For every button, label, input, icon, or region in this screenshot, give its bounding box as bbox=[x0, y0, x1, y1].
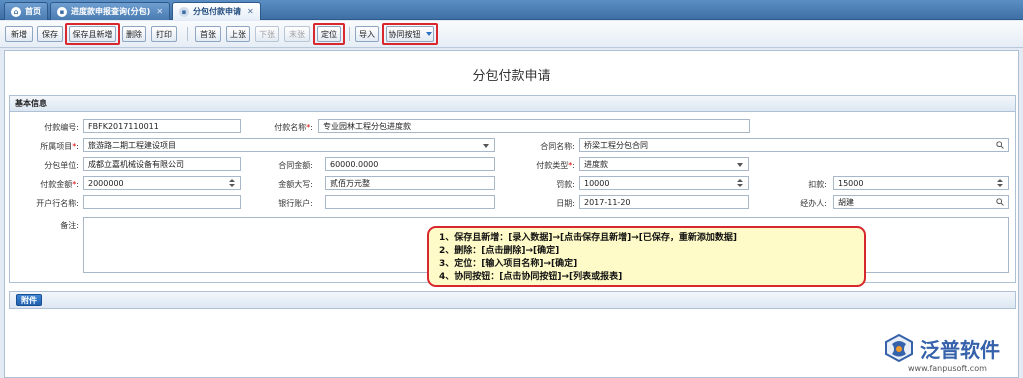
highlight-box bbox=[313, 23, 345, 45]
attachment-button[interactable]: 附件 bbox=[16, 294, 42, 306]
toolbar-separator bbox=[187, 27, 188, 41]
contract-amount-field[interactable]: 60000.0000 bbox=[325, 157, 495, 171]
amount-upper-label: 金额大写: bbox=[278, 180, 313, 189]
instruction-line: 4、协同按钮：[点击协同按钮]→[列表或报表] bbox=[439, 272, 623, 282]
contract-name-label: 合同名称: bbox=[540, 142, 575, 151]
date-label: 日期: bbox=[556, 199, 575, 208]
close-icon[interactable]: ✕ bbox=[156, 7, 163, 16]
close-icon[interactable]: ✕ bbox=[247, 7, 254, 16]
memo-label: 备注: bbox=[60, 221, 79, 230]
tab-bar: ⌂ 首页 ▪ 进度款申报查询(分包) ✕ ▪ 分包付款申请 ✕ bbox=[0, 0, 1023, 20]
sub-unit-label: 分包单位: bbox=[44, 161, 79, 170]
search-icon[interactable] bbox=[996, 198, 1004, 206]
tab-label: 分包付款申请 bbox=[193, 7, 241, 16]
bank-account-label: 银行账户: bbox=[278, 199, 313, 208]
deduct-label: 扣款: bbox=[808, 180, 827, 189]
required-marker: * bbox=[72, 142, 77, 151]
deduct-value: 15000 bbox=[838, 178, 864, 188]
toolbar: 新增 保存 保存且新增 删除 打印 首张 上张 下张 末张 定位 导入 协同按钮 bbox=[0, 21, 1023, 48]
required-marker: * bbox=[306, 123, 311, 132]
highlight-box bbox=[382, 23, 438, 45]
import-button[interactable]: 导入 bbox=[355, 26, 379, 42]
stepper-down-icon[interactable] bbox=[997, 184, 1003, 187]
section-header: 基本信息 bbox=[10, 96, 1015, 112]
brand-logo: 泛普软件 www.fanpusoft.com bbox=[876, 331, 1016, 375]
instruction-line: 2、删除：[点击删除]→[确定] bbox=[439, 246, 560, 256]
brand-url: www.fanpusoft.com bbox=[908, 364, 987, 373]
stepper-down-icon[interactable] bbox=[229, 184, 235, 187]
pay-no-label: 付款编号: bbox=[44, 123, 79, 132]
handler-field[interactable]: 胡建 bbox=[833, 195, 1009, 209]
attachment-bar: 附件 bbox=[9, 291, 1016, 309]
page-icon: ▪ bbox=[179, 6, 189, 17]
handler-label: 经办人: bbox=[800, 199, 827, 208]
pay-amount-label: 付款金额*: bbox=[40, 180, 79, 189]
pay-amount-label-text: 付款金额 bbox=[40, 180, 73, 189]
pay-type-select[interactable]: 进度款 bbox=[579, 157, 749, 171]
stepper-up-icon[interactable] bbox=[737, 179, 743, 182]
stepper-up-icon[interactable] bbox=[229, 179, 235, 182]
instruction-line: 1、保存且新增：[录入数据]→[点击保存且新增]→[已保存，重新添加数据] bbox=[439, 233, 738, 243]
bank-account-field[interactable] bbox=[325, 195, 495, 209]
last-record-button[interactable]: 末张 bbox=[284, 26, 310, 42]
save-button[interactable]: 保存 bbox=[37, 26, 63, 42]
highlight-box bbox=[65, 23, 120, 45]
pay-name-field[interactable]: 专业园林工程分包进度款 bbox=[318, 119, 750, 133]
toolbar-separator bbox=[349, 27, 350, 41]
next-record-button[interactable]: 下张 bbox=[255, 26, 279, 42]
pay-amount-value: 2000000 bbox=[88, 178, 124, 188]
penalty-label: 罚款: bbox=[556, 180, 575, 189]
logo-icon bbox=[885, 333, 913, 363]
print-button[interactable]: 打印 bbox=[151, 26, 177, 42]
pay-type-label-text: 付款类型 bbox=[536, 161, 569, 170]
contract-name-value: 桥梁工程分包合同 bbox=[584, 140, 648, 150]
pay-amount-stepper[interactable]: 2000000 bbox=[83, 176, 241, 190]
pay-name-label: 付款名称*: bbox=[274, 123, 313, 132]
handler-value: 胡建 bbox=[838, 197, 854, 207]
tab-subcontract-payment[interactable]: ▪ 分包付款申请 ✕ bbox=[172, 2, 261, 20]
deduct-stepper[interactable]: 15000 bbox=[833, 176, 1009, 190]
instruction-callout: 1、保存且新增：[录入数据]→[点击保存且新增]→[已保存，重新添加数据] 2、… bbox=[427, 226, 866, 287]
pay-no-field[interactable]: FBFK2017110011 bbox=[83, 119, 241, 133]
prev-record-button[interactable]: 上张 bbox=[226, 26, 250, 42]
tab-progress-query[interactable]: ▪ 进度款申报查询(分包) ✕ bbox=[50, 2, 171, 20]
tab-home[interactable]: ⌂ 首页 bbox=[4, 2, 48, 20]
project-select[interactable]: 旅游路二期工程建设项目 bbox=[83, 138, 495, 152]
stepper-down-icon[interactable] bbox=[737, 184, 743, 187]
page-title: 分包付款申请 bbox=[472, 69, 551, 84]
project-label: 所属项目*: bbox=[40, 142, 79, 151]
bank-name-label: 开户行名称: bbox=[36, 199, 79, 208]
stepper-up-icon[interactable] bbox=[997, 179, 1003, 182]
instruction-line: 3、定位：[输入项目名称]→[确定] bbox=[439, 259, 578, 269]
required-marker: * bbox=[568, 161, 573, 170]
bank-name-field[interactable] bbox=[83, 195, 241, 209]
delete-button[interactable]: 删除 bbox=[122, 26, 146, 42]
penalty-stepper[interactable]: 10000 bbox=[579, 176, 749, 190]
page-icon: ▪ bbox=[57, 6, 67, 17]
first-record-button[interactable]: 首张 bbox=[195, 26, 221, 42]
form-panel: 分包付款申请 基本信息 付款编号: FBFK2017110011 付款名称*: … bbox=[4, 50, 1019, 378]
pay-name-label-text: 付款名称 bbox=[274, 123, 307, 132]
required-marker: * bbox=[72, 180, 77, 189]
date-field[interactable]: 2017-11-20 bbox=[579, 195, 749, 209]
amount-upper-field[interactable]: 贰佰万元整 bbox=[325, 176, 495, 190]
project-label-text: 所属项目 bbox=[40, 142, 73, 151]
pay-type-label: 付款类型*: bbox=[536, 161, 575, 170]
app-window: ⌂ 首页 ▪ 进度款申报查询(分包) ✕ ▪ 分包付款申请 ✕ 新增 保存 保存… bbox=[0, 0, 1023, 378]
penalty-value: 10000 bbox=[584, 178, 610, 188]
tab-label: 进度款申报查询(分包) bbox=[71, 7, 151, 16]
tab-label: 首页 bbox=[25, 7, 41, 16]
brand-name: 泛普软件 bbox=[920, 338, 1000, 362]
sub-unit-field[interactable]: 成都立嘉机械设备有限公司 bbox=[83, 157, 241, 171]
contract-name-field[interactable]: 桥梁工程分包合同 bbox=[579, 138, 1009, 152]
home-icon: ⌂ bbox=[11, 6, 21, 17]
new-button[interactable]: 新增 bbox=[5, 26, 33, 42]
contract-amount-label: 合同金额: bbox=[278, 161, 313, 170]
search-icon[interactable] bbox=[996, 141, 1004, 149]
